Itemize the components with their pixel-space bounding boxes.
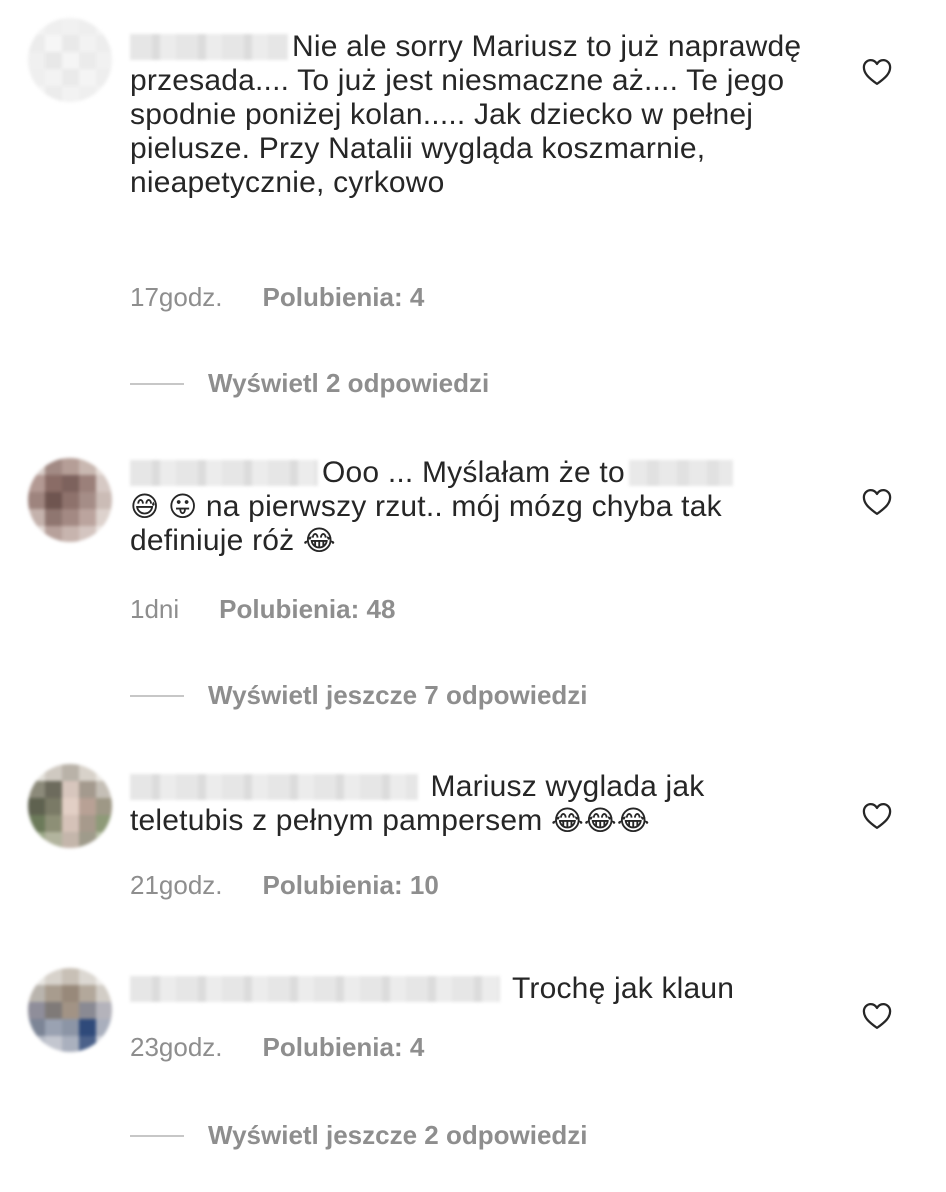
username-redacted[interactable] (130, 976, 500, 1002)
username-redacted[interactable] (130, 34, 288, 60)
comment-body: Trochę jak klaun (130, 972, 810, 1006)
comment-text-part-2: na pierwszy rzut.. mój mózg chyba tak de… (130, 490, 722, 557)
emoji-tongue: 😛 (167, 490, 198, 523)
heart-outline-icon[interactable] (862, 488, 892, 516)
heart-outline-icon[interactable] (862, 802, 892, 830)
likes-count[interactable]: Polubienia: 10 (263, 870, 439, 900)
timestamp: 23godz. (130, 1032, 223, 1062)
username-redacted[interactable] (130, 774, 418, 800)
avatar[interactable] (28, 458, 112, 542)
avatar[interactable] (28, 764, 112, 848)
comment-text: Trochę jak klaun (512, 972, 735, 1005)
view-replies-button[interactable]: Wyświetl jeszcze 7 odpowiedzi (130, 680, 588, 711)
username-redacted[interactable] (130, 460, 318, 486)
heart-outline-icon[interactable] (862, 58, 892, 86)
timestamp: 1dni (130, 594, 180, 624)
likes-count[interactable]: Polubienia: 4 (263, 1032, 425, 1062)
comment-meta: 1dni Polubienia: 48 (130, 594, 395, 625)
emoji-tears-of-joy: 😂 (302, 524, 336, 557)
comment-text-part-1: Ooo ... Myślałam że to (322, 456, 625, 489)
avatar[interactable] (28, 968, 112, 1052)
emoji-tears-of-joy: 😂😂😂 (551, 804, 650, 837)
reply-divider (130, 1134, 184, 1137)
comment-body: Nie ale sorry Mariusz to już naprawdę pr… (130, 30, 810, 200)
view-replies-label: Wyświetl 2 odpowiedzi (208, 368, 490, 398)
likes-count[interactable]: Polubienia: 4 (263, 282, 425, 312)
comment-meta: 17godz. Polubienia: 4 (130, 282, 424, 313)
comment-meta: 21godz. Polubienia: 10 (130, 870, 439, 901)
likes-count[interactable]: Polubienia: 48 (219, 594, 395, 624)
view-replies-button[interactable]: Wyświetl 2 odpowiedzi (130, 368, 489, 399)
emoji-sweat-smile: 😅 (130, 490, 160, 523)
reply-divider (130, 382, 184, 385)
redacted-text (628, 460, 733, 486)
heart-outline-icon[interactable] (862, 1002, 892, 1030)
comment-body: Ooo ... Myślałam że to 😅 😛 na pierwszy r… (130, 456, 810, 558)
comment-meta: 23godz. Polubienia: 4 (130, 1032, 424, 1063)
timestamp: 21godz. (130, 870, 223, 900)
comment-body: Mariusz wyglada jak teletubis z pełnym p… (130, 770, 810, 838)
avatar[interactable] (28, 18, 112, 102)
view-replies-label: Wyświetl jeszcze 7 odpowiedzi (208, 680, 588, 710)
view-replies-button[interactable]: Wyświetl jeszcze 2 odpowiedzi (130, 1120, 588, 1151)
view-replies-label: Wyświetl jeszcze 2 odpowiedzi (208, 1120, 588, 1150)
timestamp: 17godz. (130, 282, 223, 312)
reply-divider (130, 694, 184, 697)
